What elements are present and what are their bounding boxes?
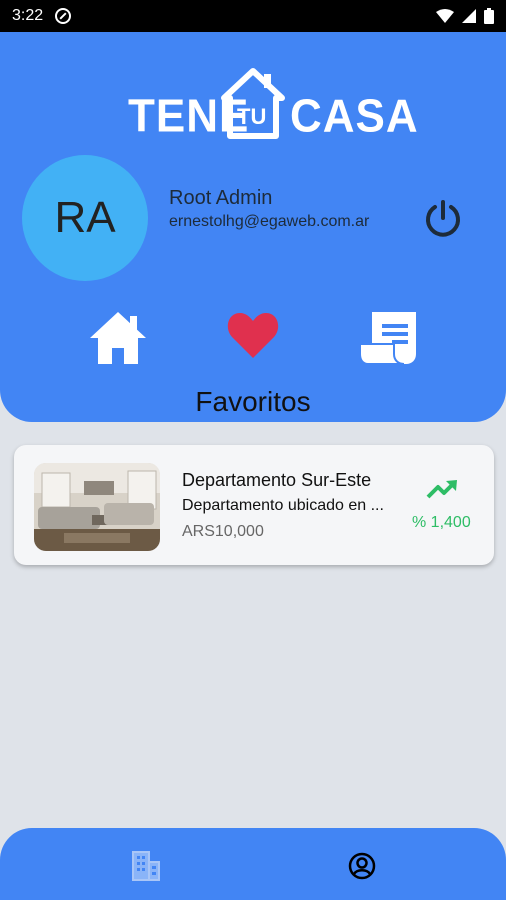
status-bar: 3:22 — [0, 0, 506, 32]
bottom-navigation — [0, 828, 506, 900]
trending-up-icon — [426, 480, 457, 499]
logo-word-casa: CASA — [290, 90, 419, 143]
heart-icon[interactable] — [226, 310, 280, 360]
property-price: ARS10,000 — [182, 523, 264, 540]
wifi-icon — [436, 9, 454, 23]
avatar-initials: RA — [54, 193, 116, 242]
receipt-icon[interactable] — [358, 310, 420, 366]
home-icon[interactable] — [88, 310, 148, 366]
power-icon[interactable] — [422, 198, 464, 240]
status-time: 3:22 — [12, 7, 44, 24]
brand-logo: TENE TU CASA — [128, 68, 418, 142]
dnd-icon — [55, 8, 72, 24]
building-icon[interactable] — [131, 850, 161, 882]
property-title: Departamento Sur-Este — [182, 470, 372, 490]
user-name: Root Admin — [169, 187, 273, 209]
profile-header: TENE TU CASA RA Root Admin ernestolhg@eg… — [0, 32, 506, 422]
logo-word-tu: TU — [237, 104, 267, 129]
property-thumbnail — [34, 463, 160, 551]
signal-icon — [462, 9, 476, 23]
status-icons — [436, 8, 494, 24]
price-change: % 1,400 — [412, 514, 471, 531]
property-description: Departamento ubicado en ... — [182, 497, 384, 514]
section-title: Favoritos — [195, 386, 311, 417]
battery-icon — [484, 8, 494, 24]
user-email: ernestolhg@egaweb.com.ar — [169, 213, 370, 230]
avatar: RA — [22, 155, 148, 281]
account-circle-icon[interactable] — [348, 852, 376, 880]
favorite-card[interactable]: Departamento Sur-Este Departamento ubica… — [14, 445, 494, 565]
